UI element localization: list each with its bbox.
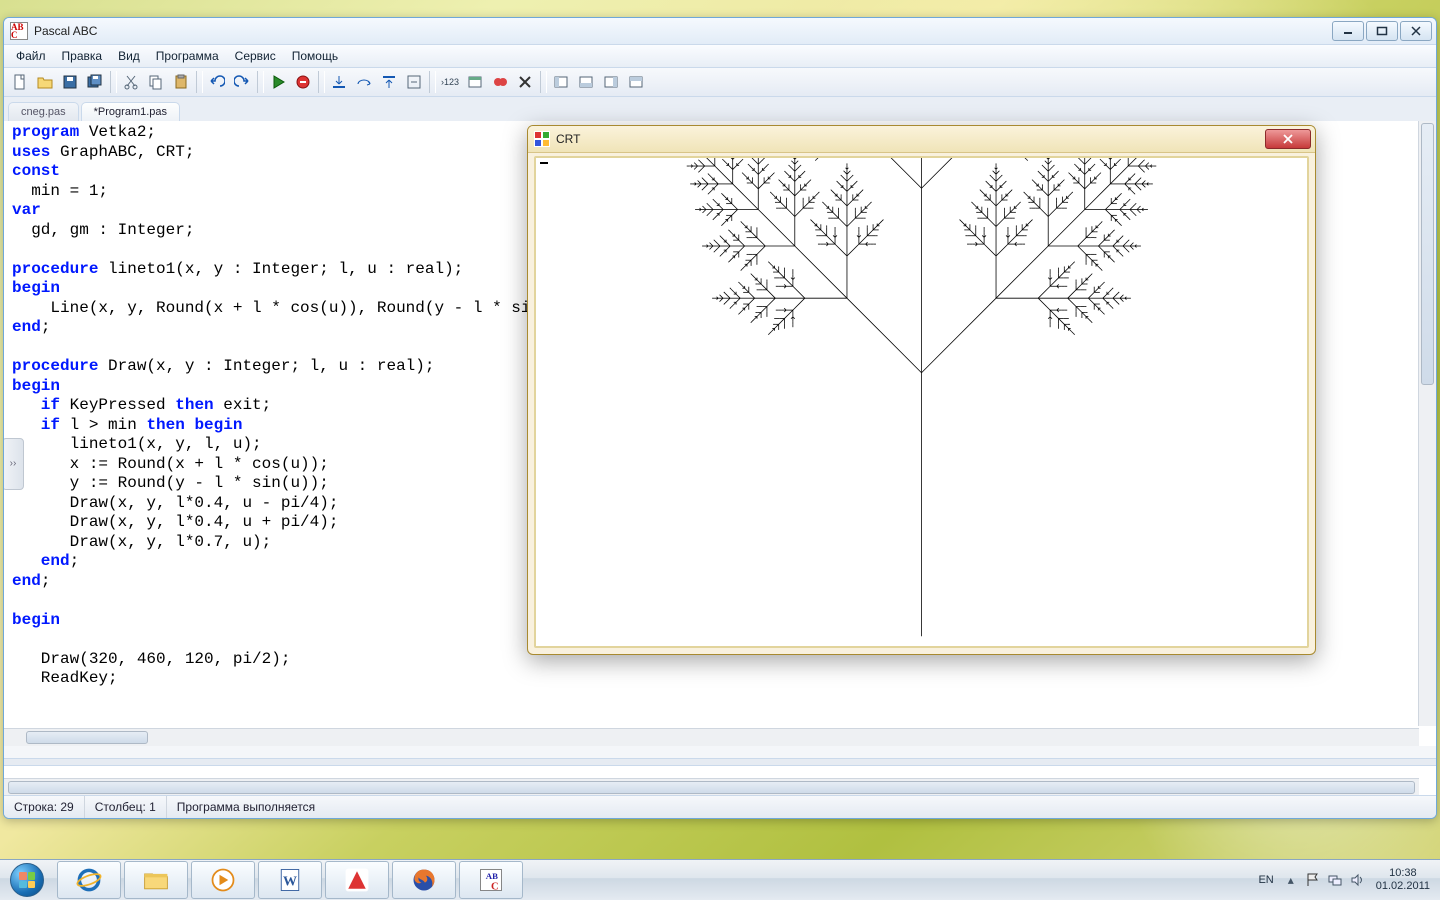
status-col: Столбец: 1 bbox=[85, 796, 167, 818]
start-button[interactable] bbox=[0, 860, 54, 900]
copy-icon[interactable] bbox=[144, 70, 168, 94]
scroll-thumb[interactable] bbox=[8, 781, 1415, 794]
menu-service[interactable]: Сервис bbox=[227, 47, 284, 65]
redo-icon[interactable] bbox=[230, 70, 254, 94]
taskbar: W ABC EN ▴ 10:38 01.02.2011 bbox=[0, 859, 1440, 900]
scroll-thumb[interactable] bbox=[26, 731, 148, 744]
app-icon: ABC bbox=[10, 22, 28, 40]
svg-text:W: W bbox=[283, 874, 297, 889]
output-panel[interactable] bbox=[4, 765, 1436, 796]
system-tray: EN ▴ 10:38 01.02.2011 bbox=[1252, 860, 1440, 900]
ide-titlebar[interactable]: ABC Pascal ABC bbox=[4, 18, 1436, 45]
undo-icon[interactable] bbox=[205, 70, 229, 94]
menu-help[interactable]: Помощь bbox=[284, 47, 346, 65]
crt-window-title: CRT bbox=[556, 132, 580, 146]
menu-edit[interactable]: Правка bbox=[54, 47, 111, 65]
panel-icon-3[interactable] bbox=[599, 70, 623, 94]
panel-icon-4[interactable] bbox=[624, 70, 648, 94]
save-all-icon[interactable] bbox=[83, 70, 107, 94]
tabbar: cneg.pas *Program1.pas bbox=[4, 97, 1436, 122]
taskbar-word[interactable]: W bbox=[258, 861, 322, 899]
breakpoint-icon[interactable] bbox=[488, 70, 512, 94]
clear-break-icon[interactable] bbox=[513, 70, 537, 94]
menu-view[interactable]: Вид bbox=[110, 47, 148, 65]
step-out-icon[interactable] bbox=[377, 70, 401, 94]
taskbar-explorer[interactable] bbox=[124, 861, 188, 899]
step-over-icon[interactable] bbox=[352, 70, 376, 94]
menu-program[interactable]: Программа bbox=[148, 47, 227, 65]
panel-icon-1[interactable] bbox=[549, 70, 573, 94]
taskbar-pascalabc[interactable]: ABC bbox=[459, 861, 523, 899]
run-icon[interactable] bbox=[266, 70, 290, 94]
fractal-tree-drawing bbox=[536, 158, 1307, 646]
open-file-icon[interactable] bbox=[33, 70, 57, 94]
tray-up-icon[interactable]: ▴ bbox=[1283, 872, 1299, 888]
tab-program1[interactable]: *Program1.pas bbox=[81, 102, 180, 121]
crt-close-button[interactable] bbox=[1265, 129, 1311, 149]
paste-icon[interactable] bbox=[169, 70, 193, 94]
run-to-cursor-icon[interactable] bbox=[402, 70, 426, 94]
menu-file[interactable]: Файл bbox=[8, 47, 54, 65]
crt-icon bbox=[534, 131, 550, 147]
statusbar: Строка: 29 Столбец: 1 Программа выполняе… bbox=[4, 795, 1436, 818]
crt-titlebar[interactable]: CRT bbox=[528, 126, 1315, 153]
crt-canvas bbox=[534, 156, 1309, 648]
flag-icon[interactable] bbox=[1305, 872, 1321, 888]
window-icon-1[interactable] bbox=[463, 70, 487, 94]
tab-cneg[interactable]: cneg.pas bbox=[8, 102, 79, 121]
status-line: Строка: 29 bbox=[4, 796, 85, 818]
windows-orb-icon bbox=[10, 863, 44, 897]
new-file-icon[interactable] bbox=[8, 70, 32, 94]
chevron-right-icon: ›› bbox=[10, 460, 17, 468]
save-icon[interactable] bbox=[58, 70, 82, 94]
crt-window: CRT bbox=[527, 125, 1316, 655]
minimize-button[interactable] bbox=[1332, 21, 1364, 41]
svg-text:C: C bbox=[491, 882, 499, 893]
tray-clock[interactable]: 10:38 01.02.2011 bbox=[1368, 867, 1438, 893]
toolbar: ›123 bbox=[4, 68, 1436, 97]
cut-icon[interactable] bbox=[119, 70, 143, 94]
taskbar-ie[interactable] bbox=[57, 861, 121, 899]
editor-vscrollbar[interactable] bbox=[1418, 121, 1436, 726]
tray-language[interactable]: EN bbox=[1252, 874, 1279, 886]
side-toggle[interactable]: ›› bbox=[3, 438, 24, 490]
tray-date: 01.02.2011 bbox=[1376, 880, 1430, 893]
stop-icon[interactable] bbox=[291, 70, 315, 94]
status-state: Программа выполняется bbox=[167, 796, 1436, 818]
close-button[interactable] bbox=[1400, 21, 1432, 41]
taskbar-firefox[interactable] bbox=[392, 861, 456, 899]
svg-text:AB: AB bbox=[486, 871, 498, 881]
text-caret bbox=[540, 160, 548, 164]
editor-hscrollbar[interactable] bbox=[4, 728, 1419, 746]
maximize-button[interactable] bbox=[1366, 21, 1398, 41]
panel-icon-2[interactable] bbox=[574, 70, 598, 94]
menubar: Файл Правка Вид Программа Сервис Помощь bbox=[4, 45, 1436, 68]
network-icon[interactable] bbox=[1327, 872, 1343, 888]
volume-icon[interactable] bbox=[1349, 872, 1365, 888]
output-hscrollbar[interactable] bbox=[4, 778, 1419, 796]
step-into-icon[interactable] bbox=[327, 70, 351, 94]
window-title: Pascal ABC bbox=[34, 24, 97, 38]
watch-icon[interactable]: ›123 bbox=[438, 70, 462, 94]
taskbar-app-red[interactable] bbox=[325, 861, 389, 899]
tray-time: 10:38 bbox=[1376, 867, 1430, 880]
taskbar-wmp[interactable] bbox=[191, 861, 255, 899]
scroll-thumb[interactable] bbox=[1421, 123, 1434, 385]
